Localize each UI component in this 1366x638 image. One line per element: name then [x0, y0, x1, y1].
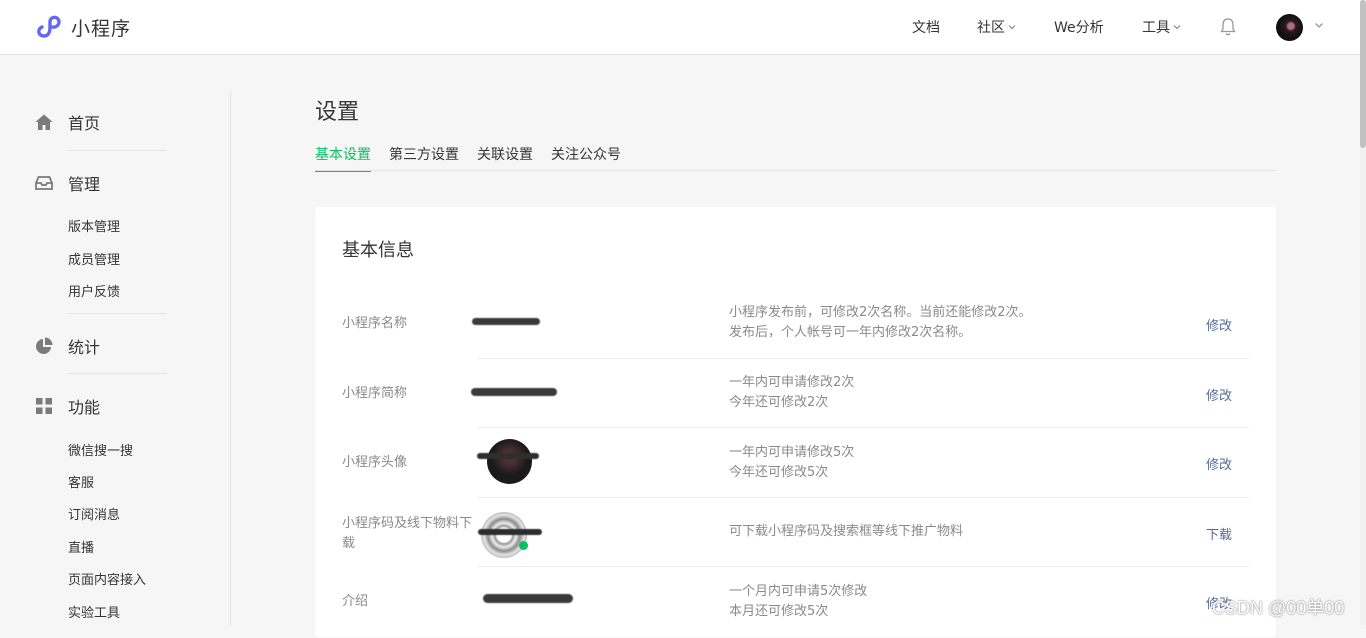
nav-we-analytics-label: We分析: [1054, 20, 1104, 36]
row-label: 小程序简称: [342, 386, 408, 401]
inbox-icon: [35, 174, 53, 192]
row-separator: [477, 427, 1249, 428]
sidebar-item-home[interactable]: 首页: [35, 110, 100, 134]
row-label: 小程序码及线下物料下载: [342, 516, 473, 551]
row-desc-line: 本月还可修改5次: [729, 604, 829, 619]
row-separator: [477, 497, 1249, 498]
chevron-down-icon: [1008, 25, 1016, 30]
info-row-short-name: 小程序简称 一年内可申请修改2次 今年还可修改2次 修改: [315, 373, 1276, 429]
settings-tabs: 基本设置 第三方设置 关联设置 关注公众号: [315, 144, 639, 172]
row-desc-line: 一年内可申请修改2次: [729, 375, 855, 390]
sidebar-separator: [68, 313, 167, 314]
sidebar-subitem-page-content[interactable]: 页面内容接入: [68, 569, 146, 588]
nav-community[interactable]: 社区: [977, 0, 1017, 54]
sidebar-separator: [68, 373, 167, 374]
top-bar: 小程序 文档 社区 We分析 工具: [0, 0, 1360, 55]
pie-chart-icon: [35, 337, 53, 355]
sidebar-item-label: 管理: [68, 175, 101, 194]
sidebar-item-stats[interactable]: 统计: [35, 334, 100, 358]
sidebar-item-manage[interactable]: 管理: [35, 171, 100, 195]
redacted-value: [478, 529, 542, 535]
info-row-qrcode: 小程序码及线下物料下载 可下载小程序码及搜索框等线下推广物料 下载: [315, 512, 1276, 569]
redacted-value: [477, 453, 539, 459]
sidebar-subitem-members[interactable]: 成员管理: [68, 249, 120, 268]
row-desc: 小程序发布前，可修改2次名称。当前还能修改2次。 发布后，个人帐号可一年内修改2…: [729, 303, 1032, 343]
sidebar-item-label: 功能: [68, 398, 101, 417]
edit-short-name-button[interactable]: 修改: [1206, 385, 1232, 404]
row-desc-line: 小程序发布前，可修改2次名称。当前还能修改2次。: [729, 305, 1032, 320]
tab-association[interactable]: 关联设置: [477, 144, 533, 172]
sidebar-subitem-version[interactable]: 版本管理: [68, 216, 120, 235]
row-label: 介绍: [342, 594, 369, 609]
nav-community-label: 社区: [977, 20, 1005, 36]
redacted-value: [483, 594, 573, 603]
page-title: 设置: [315, 100, 360, 125]
row-desc-line: 发布后，个人帐号可一年内修改2次名称。: [729, 325, 972, 340]
app-logo[interactable]: 小程序: [35, 13, 131, 41]
sidebar-item-features[interactable]: 功能: [35, 394, 100, 418]
row-desc-line: 今年还可修改5次: [729, 465, 829, 480]
row-label: 小程序头像: [342, 455, 408, 470]
sidebar-subitem-wechat-search[interactable]: 微信搜一搜: [68, 440, 133, 459]
sidebar-subitem-experiment[interactable]: 实验工具: [68, 602, 120, 621]
verified-badge: [519, 541, 528, 550]
page-scrollbar[interactable]: [1360, 0, 1366, 625]
grid-icon: [35, 397, 53, 415]
tab-third-party[interactable]: 第三方设置: [389, 144, 459, 172]
nav-docs-label: 文档: [912, 20, 940, 36]
app-title: 小程序: [71, 17, 132, 40]
basic-info-card: 基本信息 小程序名称 小程序发布前，可修改2次名称。当前还能修改2次。 发布后，…: [315, 207, 1276, 637]
sidebar-separator: [68, 150, 167, 151]
sidebar-subitem-feedback[interactable]: 用户反馈: [68, 281, 120, 300]
miniprogram-logo-icon: [37, 15, 61, 38]
sidebar-item-label: 首页: [68, 114, 101, 133]
chevron-down-icon[interactable]: [1313, 19, 1325, 31]
row-desc-line: 一年内可申请修改5次: [729, 445, 855, 460]
scrollbar-thumb[interactable]: [1360, 0, 1366, 148]
sidebar-subitem-customer-service[interactable]: 客服: [68, 472, 94, 491]
row-desc-line: 可下载小程序码及搜索框等线下推广物料: [729, 524, 964, 539]
row-desc: 一年内可申请修改5次 今年还可修改5次: [729, 443, 854, 483]
row-desc: 一个月内可申请5次修改 本月还可修改5次: [729, 582, 867, 622]
sidebar-subitem-subscribe-msg[interactable]: 订阅消息: [68, 504, 120, 523]
info-row-intro: 介绍 一个月内可申请5次修改 本月还可修改5次 修改: [315, 582, 1276, 638]
row-separator: [477, 566, 1249, 567]
miniprogram-avatar: [487, 439, 532, 484]
nav-docs[interactable]: 文档: [912, 0, 940, 54]
row-desc: 一年内可申请修改2次 今年还可修改2次: [729, 373, 854, 413]
sidebar-item-label: 统计: [68, 338, 101, 357]
sidebar-divider: [230, 90, 231, 625]
chevron-down-icon: [1173, 25, 1181, 30]
tabs-divider: [315, 170, 1276, 171]
home-icon: [35, 113, 53, 131]
sidebar-subitem-live[interactable]: 直播: [68, 537, 94, 556]
row-label: 小程序名称: [342, 316, 408, 331]
edit-avatar-button[interactable]: 修改: [1206, 454, 1232, 473]
edit-name-button[interactable]: 修改: [1206, 315, 1232, 334]
download-qrcode-button[interactable]: 下载: [1206, 524, 1232, 543]
row-desc: 可下载小程序码及搜索框等线下推广物料: [729, 522, 963, 542]
row-desc-line: 今年还可修改2次: [729, 395, 829, 410]
nav-we-analytics[interactable]: We分析: [1054, 0, 1104, 54]
row-desc-line: 一个月内可申请5次修改: [729, 584, 868, 599]
redacted-value: [471, 388, 557, 396]
watermark-text: CSDN @00单00: [1212, 598, 1345, 618]
tab-basic-settings[interactable]: 基本设置: [315, 144, 371, 172]
redacted-value: [472, 318, 540, 325]
miniprogram-qrcode: [481, 512, 527, 558]
nav-tools[interactable]: 工具: [1142, 0, 1182, 54]
tab-follow-official[interactable]: 关注公众号: [551, 144, 621, 172]
nav-tools-label: 工具: [1142, 20, 1170, 36]
info-row-name: 小程序名称 小程序发布前，可修改2次名称。当前还能修改2次。 发布后，个人帐号可…: [315, 303, 1276, 359]
info-row-avatar: 小程序头像 一年内可申请修改5次 今年还可修改5次 修改: [315, 439, 1276, 499]
user-avatar[interactable]: [1276, 14, 1303, 41]
row-separator: [477, 358, 1249, 359]
bell-icon[interactable]: [1219, 17, 1237, 37]
card-title: 基本信息: [342, 240, 414, 261]
